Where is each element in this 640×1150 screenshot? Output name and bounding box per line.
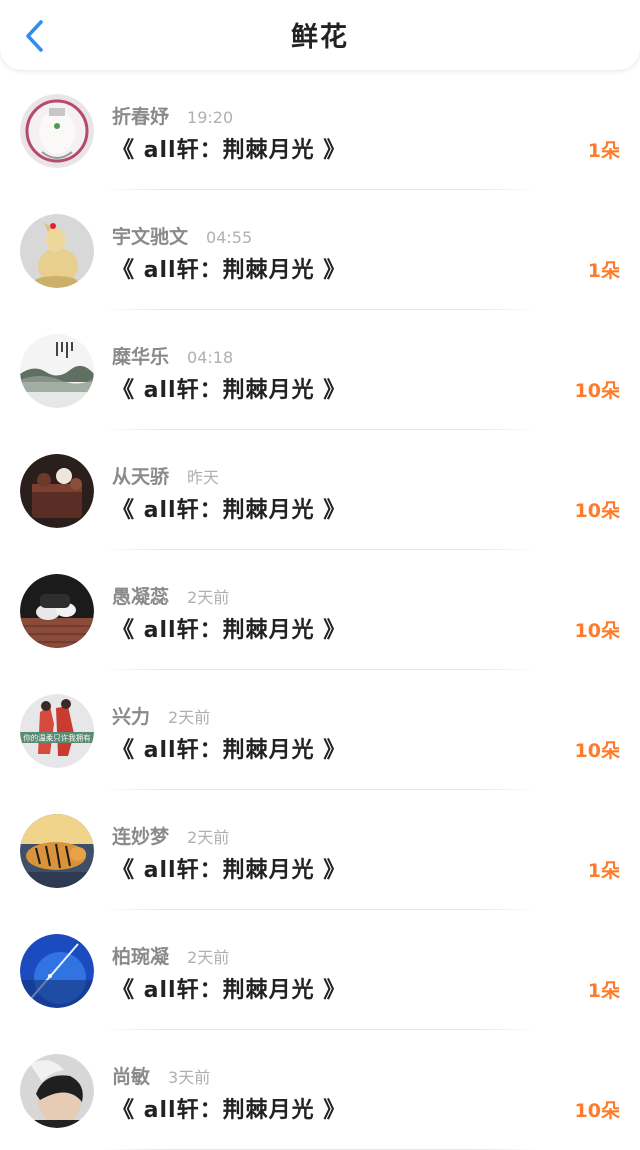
flower-gift-list: 折春妤 19:20 《 all轩：荆棘月光 》 1朵 宇文驰文 04:55 《 … bbox=[0, 70, 640, 1150]
book-title: 《 all轩：荆棘月光 》 bbox=[112, 1098, 347, 1123]
avatar[interactable] bbox=[20, 1054, 94, 1128]
avatar[interactable] bbox=[20, 574, 94, 648]
svg-text:你的温柔只许我拥有: 你的温柔只许我拥有 bbox=[23, 733, 91, 743]
username[interactable]: 尚敏 bbox=[112, 1062, 150, 1089]
book-title: 《 all轩：荆棘月光 》 bbox=[112, 498, 347, 523]
avatar[interactable]: 你的温柔只许我拥有 bbox=[20, 694, 94, 768]
book-title: 《 all轩：荆棘月光 》 bbox=[112, 378, 347, 403]
book-title: 《 all轩：荆棘月光 》 bbox=[112, 738, 347, 763]
list-item[interactable]: 折春妤 19:20 《 all轩：荆棘月光 》 1朵 bbox=[0, 70, 640, 190]
list-item[interactable]: 柏琬凝 2天前 《 all轩：荆棘月光 》 1朵 bbox=[0, 910, 640, 1030]
user-line: 柏琬凝 2天前 bbox=[112, 942, 229, 968]
username[interactable]: 连妙梦 bbox=[112, 822, 169, 849]
flower-count: 1朵 bbox=[587, 860, 620, 882]
list-item[interactable]: 宇文驰文 04:55 《 all轩：荆棘月光 》 1朵 bbox=[0, 190, 640, 310]
book-title: 《 all轩：荆棘月光 》 bbox=[112, 978, 347, 1003]
flower-count: 10朵 bbox=[574, 620, 620, 642]
book-title: 《 all轩：荆棘月光 》 bbox=[112, 858, 347, 883]
flower-count: 1朵 bbox=[587, 260, 620, 282]
flower-count: 10朵 bbox=[574, 380, 620, 402]
timestamp: 2天前 bbox=[187, 828, 230, 847]
username[interactable]: 糜华乐 bbox=[112, 342, 169, 369]
list-item[interactable]: 尚敏 3天前 《 all轩：荆棘月光 》 10朵 bbox=[0, 1030, 640, 1150]
user-line: 连妙梦 2天前 bbox=[112, 822, 229, 848]
avatar[interactable] bbox=[20, 214, 94, 288]
book-title: 《 all轩：荆棘月光 》 bbox=[112, 618, 347, 643]
user-line: 宇文驰文 04:55 bbox=[112, 222, 252, 248]
timestamp: 2天前 bbox=[168, 708, 211, 727]
timestamp: 2天前 bbox=[187, 588, 230, 607]
avatar[interactable] bbox=[20, 334, 94, 408]
flower-count: 1朵 bbox=[587, 980, 620, 1002]
username[interactable]: 宇文驰文 bbox=[112, 222, 188, 249]
flower-count: 10朵 bbox=[574, 740, 620, 762]
avatar[interactable] bbox=[20, 934, 94, 1008]
list-item[interactable]: 愚凝蕊 2天前 《 all轩：荆棘月光 》 10朵 bbox=[0, 550, 640, 670]
avatar[interactable] bbox=[20, 94, 94, 168]
timestamp: 2天前 bbox=[187, 948, 230, 967]
username[interactable]: 兴力 bbox=[112, 702, 150, 729]
list-item[interactable]: 连妙梦 2天前 《 all轩：荆棘月光 》 1朵 bbox=[0, 790, 640, 910]
flower-count: 10朵 bbox=[574, 1100, 620, 1122]
book-title: 《 all轩：荆棘月光 》 bbox=[112, 138, 347, 163]
username[interactable]: 折春妤 bbox=[112, 102, 169, 129]
user-line: 愚凝蕊 2天前 bbox=[112, 582, 229, 608]
list-item[interactable]: 你的温柔只许我拥有 兴力 2天前 《 all轩：荆棘月光 》 10朵 bbox=[0, 670, 640, 790]
user-line: 兴力 2天前 bbox=[112, 702, 210, 728]
user-line: 折春妤 19:20 bbox=[112, 102, 233, 128]
username[interactable]: 从天骄 bbox=[112, 462, 169, 489]
avatar[interactable] bbox=[20, 814, 94, 888]
page-title: 鲜花 bbox=[291, 22, 349, 53]
timestamp: 19:20 bbox=[187, 108, 234, 127]
timestamp: 昨天 bbox=[187, 468, 220, 487]
avatar[interactable] bbox=[20, 454, 94, 528]
timestamp: 04:18 bbox=[187, 348, 234, 367]
username[interactable]: 柏琬凝 bbox=[112, 942, 169, 969]
user-line: 糜华乐 04:18 bbox=[112, 342, 233, 368]
flower-count: 10朵 bbox=[574, 500, 620, 522]
list-item[interactable]: 糜华乐 04:18 《 all轩：荆棘月光 》 10朵 bbox=[0, 310, 640, 430]
flower-count: 1朵 bbox=[587, 140, 620, 162]
book-title: 《 all轩：荆棘月光 》 bbox=[112, 258, 347, 283]
username[interactable]: 愚凝蕊 bbox=[112, 582, 169, 609]
user-line: 从天骄 昨天 bbox=[112, 462, 219, 488]
list-item[interactable]: 从天骄 昨天 《 all轩：荆棘月光 》 10朵 bbox=[0, 430, 640, 550]
timestamp: 3天前 bbox=[168, 1068, 211, 1087]
timestamp: 04:55 bbox=[206, 228, 253, 247]
top-bar: 鲜花 bbox=[0, 0, 640, 70]
user-line: 尚敏 3天前 bbox=[112, 1062, 210, 1088]
